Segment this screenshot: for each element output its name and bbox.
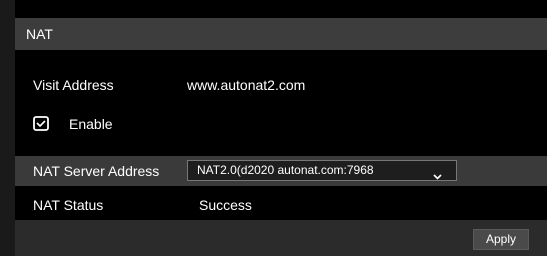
nat-server-address-select[interactable]: NAT2.0(d2020 autonat.com:7968 xyxy=(187,160,457,181)
visit-address-label: Visit Address xyxy=(33,77,114,93)
nat-status-label: NAT Status xyxy=(33,197,104,213)
footer-bar: Apply xyxy=(15,220,547,256)
nat-server-row: NAT Server Address NAT2.0(d2020 autonat.… xyxy=(15,156,547,186)
enable-label: Enable xyxy=(69,116,113,132)
section-title: NAT xyxy=(26,26,53,42)
nat-settings-panel: NAT Visit Address www.autonat2.com Enabl… xyxy=(15,0,547,256)
visit-address-value: www.autonat2.com xyxy=(187,77,306,93)
enable-checkbox[interactable] xyxy=(33,116,49,131)
checkbox-checked-icon xyxy=(33,116,49,131)
nat-server-selected-value: NAT2.0(d2020 autonat.com:7968 xyxy=(197,163,374,177)
nat-server-address-label: NAT Server Address xyxy=(33,163,160,179)
nat-status-value: Success xyxy=(199,197,252,213)
window-frame: NAT Visit Address www.autonat2.com Enabl… xyxy=(0,0,547,256)
chevron-down-icon xyxy=(433,167,442,186)
apply-button[interactable]: Apply xyxy=(473,229,529,250)
section-header: NAT xyxy=(15,18,547,50)
